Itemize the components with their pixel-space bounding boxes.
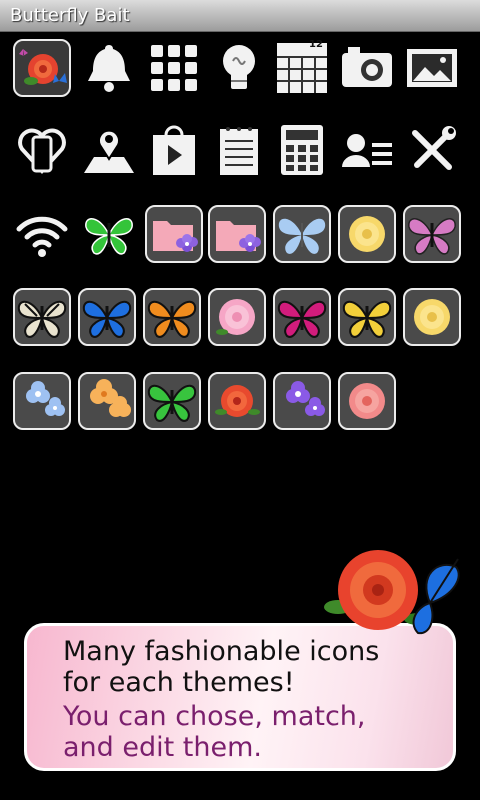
pink-rose-icon[interactable] bbox=[208, 288, 266, 346]
red-rose-icon[interactable] bbox=[208, 372, 266, 430]
app-grid-icon[interactable] bbox=[145, 39, 203, 97]
calendar-day: 12 bbox=[309, 39, 323, 50]
contacts-icon[interactable] bbox=[338, 121, 396, 179]
picture-icon[interactable] bbox=[403, 39, 461, 97]
heart-phone-icon[interactable] bbox=[13, 121, 71, 179]
lightbulb-icon[interactable] bbox=[210, 39, 268, 97]
banner-line-3: You can chose, match, bbox=[63, 701, 366, 732]
purple-flower-icon[interactable] bbox=[273, 372, 331, 430]
blue-flower-icon[interactable] bbox=[13, 372, 71, 430]
camera-icon[interactable] bbox=[338, 39, 396, 97]
banner-line-4: and edit them. bbox=[63, 732, 262, 763]
pink-butterfly-icon[interactable] bbox=[403, 205, 461, 263]
wifi-icon[interactable] bbox=[13, 205, 71, 263]
bell-icon[interactable] bbox=[80, 39, 138, 97]
yellow-rose-icon[interactable] bbox=[338, 205, 396, 263]
calendar-icon[interactable]: 12 bbox=[273, 39, 331, 97]
green-butterfly-icon[interactable] bbox=[80, 205, 138, 263]
banner-line-2: for each themes! bbox=[63, 667, 295, 698]
blue-butterfly-icon[interactable] bbox=[273, 205, 331, 263]
promo-banner: Many fashionable icons for each themes! … bbox=[24, 623, 456, 771]
pink-rose-icon[interactable] bbox=[338, 372, 396, 430]
pink-folder-flower-icon[interactable] bbox=[208, 205, 266, 263]
green-butterfly-icon[interactable] bbox=[143, 372, 201, 430]
zebra-butterfly-icon[interactable] bbox=[13, 288, 71, 346]
tools-icon[interactable] bbox=[403, 121, 461, 179]
orange-butterfly-icon[interactable] bbox=[143, 288, 201, 346]
magenta-butterfly-icon[interactable] bbox=[273, 288, 331, 346]
icon-grid: 12 bbox=[0, 0, 480, 450]
calculator-icon[interactable] bbox=[273, 121, 331, 179]
yellow-swallowtail-icon[interactable] bbox=[338, 288, 396, 346]
yellow-rose-icon[interactable] bbox=[403, 288, 461, 346]
play-store-icon[interactable] bbox=[145, 121, 203, 179]
map-pin-icon[interactable] bbox=[80, 121, 138, 179]
notepad-icon[interactable] bbox=[210, 121, 268, 179]
rose-butterfly-decoration bbox=[318, 545, 468, 645]
rose-butterfly-icon[interactable] bbox=[13, 39, 71, 97]
orange-flower-icon[interactable] bbox=[78, 372, 136, 430]
blue-morpho-icon[interactable] bbox=[78, 288, 136, 346]
pink-folder-flower-icon[interactable] bbox=[145, 205, 203, 263]
